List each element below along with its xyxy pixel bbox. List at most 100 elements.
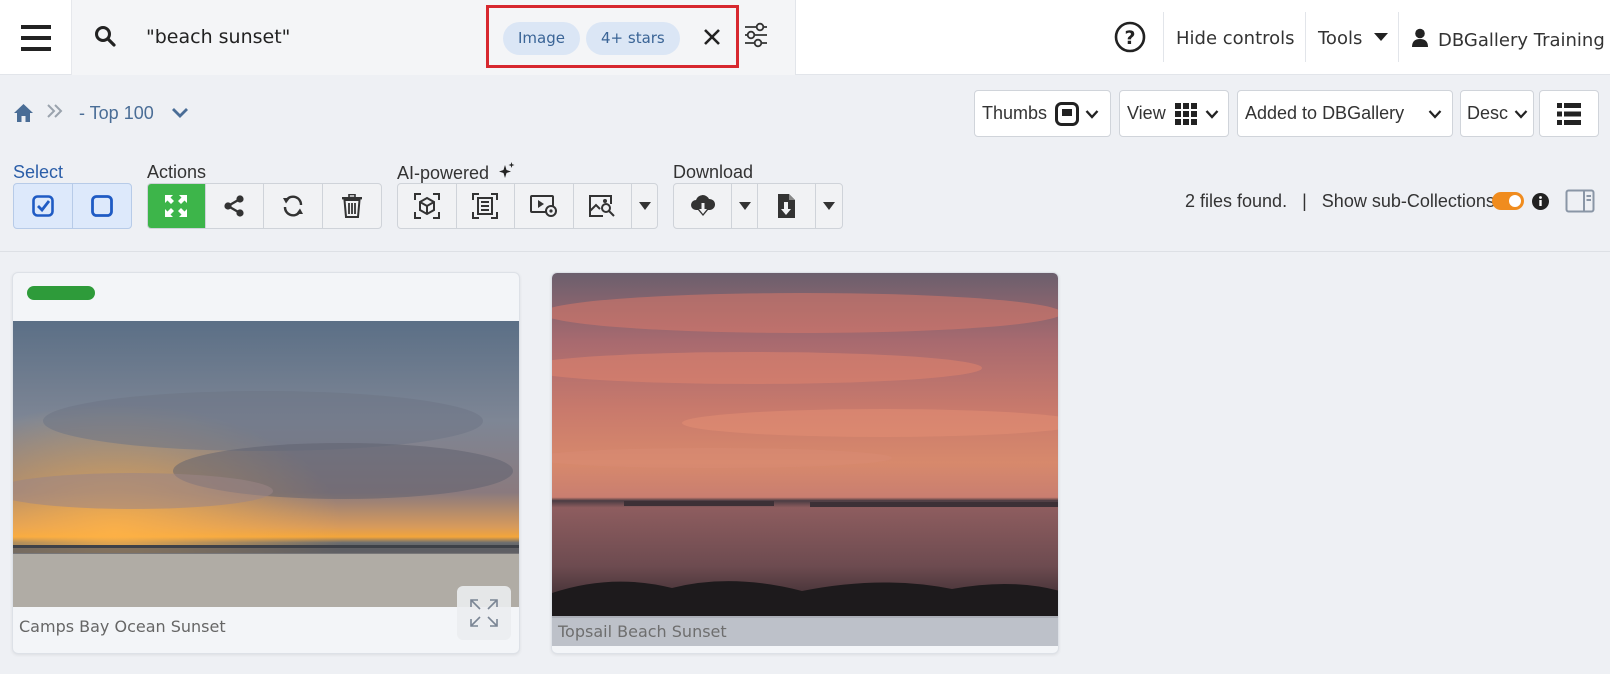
breadcrumb-dropdown-chevron-icon[interactable] [171,107,189,119]
caret-down-icon [1374,33,1389,41]
search-input[interactable]: "beach sunset" [146,26,290,48]
ai-powered-label-text: AI-powered [397,163,490,183]
breadcrumb-current-collection[interactable]: - Top 100 [79,103,154,124]
tools-menu[interactable]: Tools [1318,28,1389,49]
ai-powered-group-label: AI-powered [397,162,515,184]
active-filters-box: Image 4+ stars [486,5,739,68]
document-scan-icon [472,193,499,219]
thumbnail-size-icon [1055,101,1080,126]
rating-badge [27,286,95,300]
files-found-count: 2 files found. [1185,191,1288,211]
clear-filters-close-icon[interactable] [703,28,721,46]
sort-field-select[interactable]: Added to DBGallery [1237,90,1453,137]
toolbar-divider [0,251,1610,252]
search-icon[interactable] [94,25,116,47]
user-name: DBGallery Training [1438,30,1605,51]
list-icon [1557,102,1581,125]
chevron-down-icon [1514,110,1528,119]
chevron-down-icon [1085,109,1099,119]
ai-video-settings-button[interactable] [515,184,574,228]
sparkle-icon [499,162,515,178]
info-icon[interactable] [1532,193,1549,210]
checkbox-checked-icon [31,195,54,217]
home-icon[interactable] [13,103,34,123]
delete-button[interactable] [323,184,381,228]
list-view-button[interactable] [1539,90,1599,137]
filter-chip-image[interactable]: Image [503,22,580,55]
download-options-dropdown[interactable] [732,184,758,228]
ai-face-search-button[interactable] [574,184,633,228]
caret-down-icon [638,202,651,210]
thumbs-size-dropdown[interactable]: Thumbs [974,90,1111,137]
result-card[interactable]: Topsail Beach Sunset [551,272,1059,654]
ai-object-detection-button[interactable] [398,184,457,228]
actions-button-group [147,183,382,229]
caret-down-icon [738,202,751,210]
select-group-label: Select [13,162,64,182]
actions-group-label: Actions [147,162,207,182]
hide-controls-link[interactable]: Hide controls [1176,28,1295,49]
export-options-dropdown[interactable] [816,184,842,228]
download-button[interactable] [674,184,732,228]
thumbs-label: Thumbs [982,103,1048,123]
toggle-knob [1509,195,1521,207]
download-group-label: Download [673,162,754,182]
hamburger-icon [20,24,51,51]
nav-separator [1398,12,1399,62]
share-button[interactable] [206,184,265,228]
top-bar: "beach sunset" Image 4+ stars ? Hide con… [0,0,1610,75]
filter-chip-stars[interactable]: 4+ stars [586,22,680,55]
user-menu[interactable]: DBGallery Training [1412,28,1605,51]
image-search-icon [589,195,616,217]
trash-icon [341,194,362,218]
chevron-down-icon [1428,110,1442,119]
sort-order-select[interactable]: Desc [1460,90,1534,137]
sort-field-value: Added to DBGallery [1245,103,1405,123]
ai-more-dropdown[interactable] [632,184,657,228]
share-icon [224,195,244,217]
view-mode-dropdown[interactable]: View [1119,90,1229,137]
expand-icon [470,599,498,627]
user-icon [1412,28,1428,47]
hamburger-menu-button[interactable] [0,0,72,75]
refresh-icon [282,195,303,217]
tools-label: Tools [1318,28,1363,49]
cloud-download-icon [690,195,715,216]
caret-down-icon [823,202,835,210]
expand-preview-button[interactable] [457,586,511,640]
chevron-down-icon [1205,109,1219,119]
expand-arrows-icon [165,195,188,217]
select-button-group [13,183,132,229]
refresh-button[interactable] [264,184,323,228]
select-none-button[interactable] [73,184,132,228]
svg-text:?: ? [1124,27,1135,49]
show-sub-collections-toggle[interactable] [1492,192,1524,210]
results-status: 2 files found. | Show sub-Collections [1185,191,1495,212]
filter-settings-sliders-icon[interactable] [744,22,768,48]
thumbnail-image[interactable] [13,321,520,607]
ai-text-extraction-button[interactable] [457,184,516,228]
download-button-group [673,183,843,229]
nav-separator [1163,12,1164,62]
checkbox-empty-icon [90,195,113,217]
show-sub-collections-label: Show sub-Collections [1321,191,1495,211]
card-title: Topsail Beach Sunset [558,622,727,641]
export-file-button[interactable] [758,184,816,228]
side-panel-toggle-icon[interactable] [1565,189,1595,213]
ai-powered-button-group [397,183,658,229]
nav-separator [1305,12,1306,62]
search-area: "beach sunset" Image 4+ stars [72,0,796,75]
sort-order-value: Desc [1467,103,1509,123]
file-download-icon [777,194,795,218]
card-title: Camps Bay Ocean Sunset [19,617,226,636]
status-separator: | [1302,191,1307,211]
help-icon[interactable]: ? [1114,21,1146,53]
grid-view-icon [1174,102,1197,125]
select-all-button[interactable] [14,184,73,228]
result-card[interactable]: Camps Bay Ocean Sunset [12,272,520,654]
view-label: View [1127,103,1166,123]
full-screen-button[interactable] [148,184,206,228]
breadcrumb-separator-icon [47,104,63,118]
cube-scan-icon [413,193,440,219]
thumbnail-image[interactable] [552,273,1059,618]
